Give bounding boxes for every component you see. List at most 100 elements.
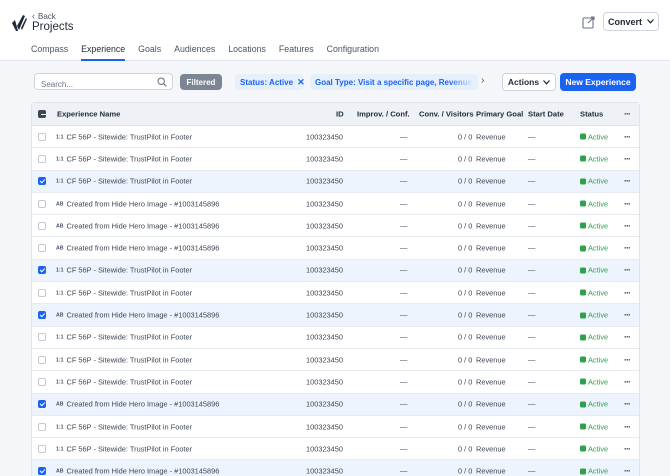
- row-checkbox[interactable]: [38, 377, 46, 386]
- tab-configuration[interactable]: Configuration: [327, 44, 379, 61]
- column-header-status[interactable]: Status: [580, 110, 603, 119]
- row-checkbox[interactable]: [38, 311, 46, 320]
- experience-name[interactable]: AB Created from Hide Hero Image - #100314…: [56, 199, 219, 208]
- search-input[interactable]: [35, 77, 150, 92]
- select-all-checkbox[interactable]: [38, 110, 46, 118]
- close-icon[interactable]: ✕: [297, 77, 304, 88]
- experience-name[interactable]: 1:1 CF 56P - Sitewide: TrustPilot in Foot…: [56, 266, 192, 275]
- experience-name[interactable]: 1:1 CF 56P - Sitewide: TrustPilot in Foot…: [56, 288, 192, 297]
- convert-logo-icon[interactable]: [11, 14, 27, 32]
- start-date-value: —: [528, 399, 536, 409]
- more-horizontal-icon[interactable]: ···: [624, 265, 631, 275]
- table-row[interactable]: 1:1 CF 56P - Sitewide: TrustPilot in Foot…: [32, 259, 639, 283]
- table-row[interactable]: 1:1 CF 56P - Sitewide: TrustPilot in Foot…: [32, 170, 639, 193]
- chevron-right-icon[interactable]: ›: [481, 75, 484, 86]
- table-row[interactable]: 1:1 CF 56P - Sitewide: TrustPilot in Foot…: [32, 416, 639, 439]
- table-row[interactable]: AB Created from Hide Hero Image - #100314…: [32, 393, 639, 416]
- tab-compass[interactable]: Compass: [31, 44, 68, 61]
- row-checkbox[interactable]: [38, 177, 46, 186]
- more-horizontal-icon[interactable]: ···: [624, 199, 631, 209]
- row-checkbox[interactable]: [38, 266, 46, 275]
- row-checkbox[interactable]: [38, 132, 46, 141]
- table-row[interactable]: 1:1 CF 56P - Sitewide: TrustPilot in Foot…: [32, 438, 639, 461]
- status-text: Active: [588, 199, 609, 209]
- tab-features[interactable]: Features: [279, 44, 314, 61]
- more-horizontal-icon[interactable]: ···: [624, 444, 631, 454]
- back-link[interactable]: ‹ Back: [32, 11, 56, 21]
- row-checkbox[interactable]: [38, 355, 46, 364]
- table-row[interactable]: 1:1 CF 56P - Sitewide: TrustPilot in Foot…: [32, 327, 639, 349]
- status-text: Active: [588, 399, 609, 409]
- experience-name[interactable]: AB Created from Hide Hero Image - #100314…: [56, 221, 219, 230]
- table-row[interactable]: AB Created from Hide Hero Image - #100314…: [32, 193, 639, 216]
- row-checkbox[interactable]: [38, 400, 46, 409]
- row-checkbox[interactable]: [38, 221, 46, 230]
- column-header-name[interactable]: Experience Name: [57, 110, 120, 119]
- column-header-conversions[interactable]: Conv. / Visitors: [419, 110, 474, 119]
- row-checkbox[interactable]: [38, 467, 46, 476]
- account-menu-button[interactable]: Convert: [603, 12, 659, 31]
- table-row[interactable]: AB Created from Hide Hero Image - #100314…: [32, 304, 639, 327]
- table-row[interactable]: AB Created from Hide Hero Image - #100314…: [32, 460, 639, 476]
- row-checkbox[interactable]: [38, 333, 46, 342]
- experience-name[interactable]: AB Created from Hide Hero Image - #100314…: [56, 400, 219, 409]
- more-horizontal-icon[interactable]: ···: [624, 355, 631, 365]
- row-checkbox[interactable]: [38, 199, 46, 208]
- filtered-button[interactable]: Filtered: [180, 74, 222, 90]
- more-horizontal-icon[interactable]: ···: [624, 466, 631, 476]
- search-icon[interactable]: [157, 77, 167, 87]
- table-row[interactable]: 1:1 CF 56P - Sitewide: TrustPilot in Foot…: [32, 126, 639, 149]
- experience-name[interactable]: 1:1 CF 56P - Sitewide: TrustPilot in Foot…: [56, 422, 192, 431]
- tab-locations[interactable]: Locations: [228, 44, 266, 61]
- more-horizontal-icon[interactable]: ···: [624, 399, 631, 409]
- column-header-improvement[interactable]: Improv. / Conf.: [357, 110, 410, 119]
- row-checkbox[interactable]: [38, 288, 46, 297]
- experience-name[interactable]: 1:1 CF 56P - Sitewide: TrustPilot in Foot…: [56, 377, 192, 386]
- more-horizontal-icon[interactable]: ···: [624, 377, 631, 387]
- more-horizontal-icon[interactable]: ···: [624, 310, 631, 320]
- table-row[interactable]: AB Created from Hide Hero Image - #100314…: [32, 237, 639, 260]
- new-experience-button[interactable]: New Experience: [560, 73, 636, 91]
- experience-name[interactable]: AB Created from Hide Hero Image - #100314…: [56, 311, 219, 320]
- experience-type-badge: AB: [56, 201, 64, 208]
- table-row[interactable]: AB Created from Hide Hero Image - #100314…: [32, 215, 639, 238]
- table-row[interactable]: 1:1 CF 56P - Sitewide: TrustPilot in Foot…: [32, 282, 639, 305]
- column-header-start-date[interactable]: Start Date: [528, 110, 564, 119]
- more-horizontal-icon[interactable]: ···: [624, 332, 631, 342]
- tab-audiences[interactable]: Audiences: [174, 44, 215, 61]
- more-horizontal-icon[interactable]: ···: [624, 132, 631, 142]
- experiences-table: Experience Name ID Improv. / Conf. Conv.…: [31, 102, 640, 476]
- experience-name-text: CF 56P - Sitewide: TrustPilot in Footer: [66, 422, 193, 431]
- experience-name[interactable]: AB Created from Hide Hero Image - #100314…: [56, 244, 219, 253]
- more-horizontal-icon[interactable]: ···: [624, 176, 631, 186]
- column-header-id[interactable]: ID: [336, 110, 344, 119]
- table-row[interactable]: 1:1 CF 56P - Sitewide: TrustPilot in Foot…: [32, 148, 639, 171]
- experience-name[interactable]: 1:1 CF 56P - Sitewide: TrustPilot in Foot…: [56, 154, 192, 163]
- experience-name[interactable]: 1:1 CF 56P - Sitewide: TrustPilot in Foot…: [56, 444, 192, 453]
- actions-button[interactable]: Actions: [502, 73, 556, 91]
- more-horizontal-icon[interactable]: ···: [624, 422, 631, 432]
- tab-goals[interactable]: Goals: [138, 44, 161, 61]
- tab-experience[interactable]: Experience: [81, 44, 126, 61]
- experience-name[interactable]: 1:1 CF 56P - Sitewide: TrustPilot in Foot…: [56, 333, 192, 342]
- row-checkbox[interactable]: [38, 444, 46, 453]
- row-checkbox[interactable]: [38, 154, 46, 163]
- row-checkbox[interactable]: [38, 244, 46, 253]
- more-horizontal-icon[interactable]: ···: [624, 154, 631, 164]
- more-horizontal-icon[interactable]: ···: [624, 243, 631, 253]
- experience-name[interactable]: 1:1 CF 56P - Sitewide: TrustPilot in Foot…: [56, 355, 192, 364]
- more-horizontal-icon[interactable]: ···: [624, 221, 631, 231]
- experience-name[interactable]: 1:1 CF 56P - Sitewide: TrustPilot in Foot…: [56, 177, 192, 186]
- filter-chip-goal-type[interactable]: Goal Type: Visit a specific page, Revenu…: [310, 74, 478, 90]
- share-icon[interactable]: [582, 15, 596, 29]
- filter-chip-status[interactable]: Status: Active ✕: [235, 74, 304, 90]
- row-checkbox[interactable]: [38, 422, 46, 431]
- table-row[interactable]: 1:1 CF 56P - Sitewide: TrustPilot in Foot…: [32, 349, 639, 372]
- table-row[interactable]: 1:1 CF 56P - Sitewide: TrustPilot in Foot…: [32, 371, 639, 394]
- experience-name[interactable]: AB Created from Hide Hero Image - #100314…: [56, 467, 219, 476]
- more-horizontal-icon[interactable]: ···: [624, 109, 631, 119]
- more-horizontal-icon[interactable]: ···: [624, 288, 631, 298]
- column-header-primary-goal[interactable]: Primary Goal: [476, 110, 523, 119]
- search-field[interactable]: [34, 73, 173, 92]
- experience-name[interactable]: 1:1 CF 56P - Sitewide: TrustPilot in Foot…: [56, 132, 192, 141]
